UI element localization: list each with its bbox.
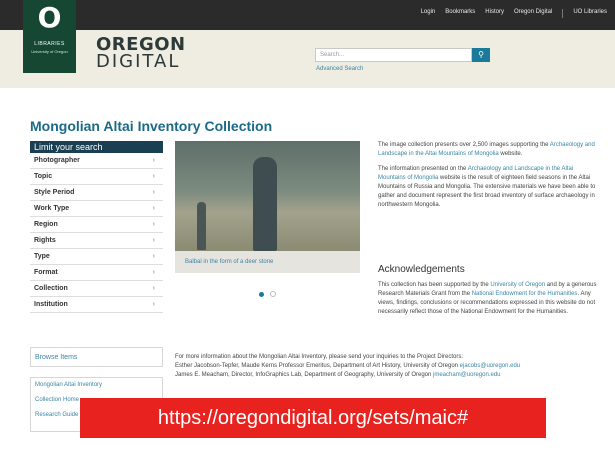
facet-topic[interactable]: Topic › [30,169,163,185]
mongolian-altai-inventory-link[interactable]: Mongolian Altai Inventory [31,378,162,393]
bookmarks-link[interactable]: Bookmarks [445,9,475,18]
chevron-right-icon: › [152,237,155,244]
slideshow-image[interactable] [175,141,360,251]
facet-label: Topic [34,173,53,180]
email-link[interactable]: ejacobs@uoregon.edu [460,363,520,369]
facet-style-period[interactable]: Style Period › [30,185,163,201]
facet-label: Type [34,253,50,260]
intro-text: website. [498,151,523,157]
facet-label: Photographer [34,157,80,164]
intro-text: The information presented on the [378,166,468,172]
browse-items-link[interactable]: Browse Items [30,347,163,367]
acknowledgements-text: This collection has been supported by th… [378,281,604,317]
facet-region[interactable]: Region › [30,217,163,233]
contact-line-1: For more information about the Mongolian… [175,354,464,360]
facet-label: Format [34,269,58,276]
top-bar: Login Bookmarks History Oregon Digital U… [0,0,615,30]
contact-line-2: Esther Jacobson-Tepfer, Maude Kerns Prof… [175,362,605,371]
advanced-search-link[interactable]: Advanced Search [316,66,363,72]
contact-text: James E. Meacham, Director, InfoGraphics… [175,372,434,378]
slideshow-caption[interactable]: Balbal in the form of a deer stone [175,251,360,273]
login-link[interactable]: Login [421,9,436,18]
intro-paragraph-2: The information presented on the Archaeo… [378,165,598,210]
neh-link[interactable]: National Endowment for the Humanities [472,291,578,297]
chevron-right-icon: › [152,301,155,308]
contact-text: Esther Jacobson-Tepfer, Maude Kerns Prof… [175,363,460,369]
acknowledgements-heading: Acknowledgements [378,264,465,275]
facet-type[interactable]: Type › [30,249,163,265]
contact-info: For more information about the Mongolian… [175,353,605,380]
facet-institution[interactable]: Institution › [30,297,163,313]
search-input[interactable]: Search... [315,48,472,62]
facet-photographer[interactable]: Photographer › [30,153,163,169]
oregon-digital-link[interactable]: Oregon Digital [514,9,552,18]
logo-line-1: LIBRARIES [34,41,65,47]
facet-heading: Limit your search [30,141,163,153]
facet-work-type[interactable]: Work Type › [30,201,163,217]
facet-label: Region [34,221,58,228]
chevron-right-icon: › [152,269,155,276]
slide-dot[interactable] [270,291,276,297]
facet-label: Institution [34,301,68,308]
chevron-right-icon: › [152,205,155,212]
facet-format[interactable]: Format › [30,265,163,281]
facet-label: Rights [34,237,56,244]
chevron-right-icon: › [152,173,155,180]
university-of-oregon-link[interactable]: University of Oregon [490,282,545,288]
chevron-right-icon: › [152,189,155,196]
facet-collection[interactable]: Collection › [30,281,163,297]
history-link[interactable]: History [485,9,504,18]
facet-label: Style Period [34,189,75,196]
facet-label: Work Type [34,205,70,212]
facet-panel: Limit your search Photographer › Topic › S… [30,141,163,313]
chevron-right-icon: › [152,285,155,292]
intro-paragraph-1: The image collection presents over 2,500… [378,141,598,159]
facet-label: Collection [34,285,68,292]
slideshow-pager [259,284,282,302]
ack-text: This collection has been supported by th… [378,282,491,288]
url-overlay-banner: https://oregondigital.org/sets/maic# [80,398,546,438]
brand-line-2: DIGITAL [96,51,181,72]
header-banner [0,30,615,88]
small-stone-shape [197,202,206,250]
collection-description: The image collection presents over 2,500… [378,141,598,216]
slide-dot-active[interactable] [259,292,264,297]
page-title: Mongolian Altai Inventory Collection [30,118,273,134]
logo-letter: O [37,1,62,34]
deer-stone-shape [253,157,277,251]
chevron-right-icon: › [152,221,155,228]
chevron-right-icon: › [152,253,155,260]
search-icon: ⚲ [478,50,484,59]
uo-libraries-link[interactable]: UO Libraries [573,9,607,18]
chevron-right-icon: › [152,157,155,164]
search-button[interactable]: ⚲ [472,48,490,62]
logo-line-2: University of Oregon [31,49,68,54]
top-links: Login Bookmarks History Oregon Digital U… [421,9,607,18]
email-link[interactable]: jmeacham@uoregon.edu [433,372,500,378]
top-links-divider [562,9,564,18]
facet-rights[interactable]: Rights › [30,233,163,249]
intro-text: The image collection presents over 2,500… [378,142,550,148]
contact-line-3: James E. Meacham, Director, InfoGraphics… [175,371,605,380]
uo-libraries-logo[interactable]: O LIBRARIES University of Oregon [23,0,76,73]
oregon-digital-wordmark[interactable]: OREGON DIGITAL [96,36,186,72]
